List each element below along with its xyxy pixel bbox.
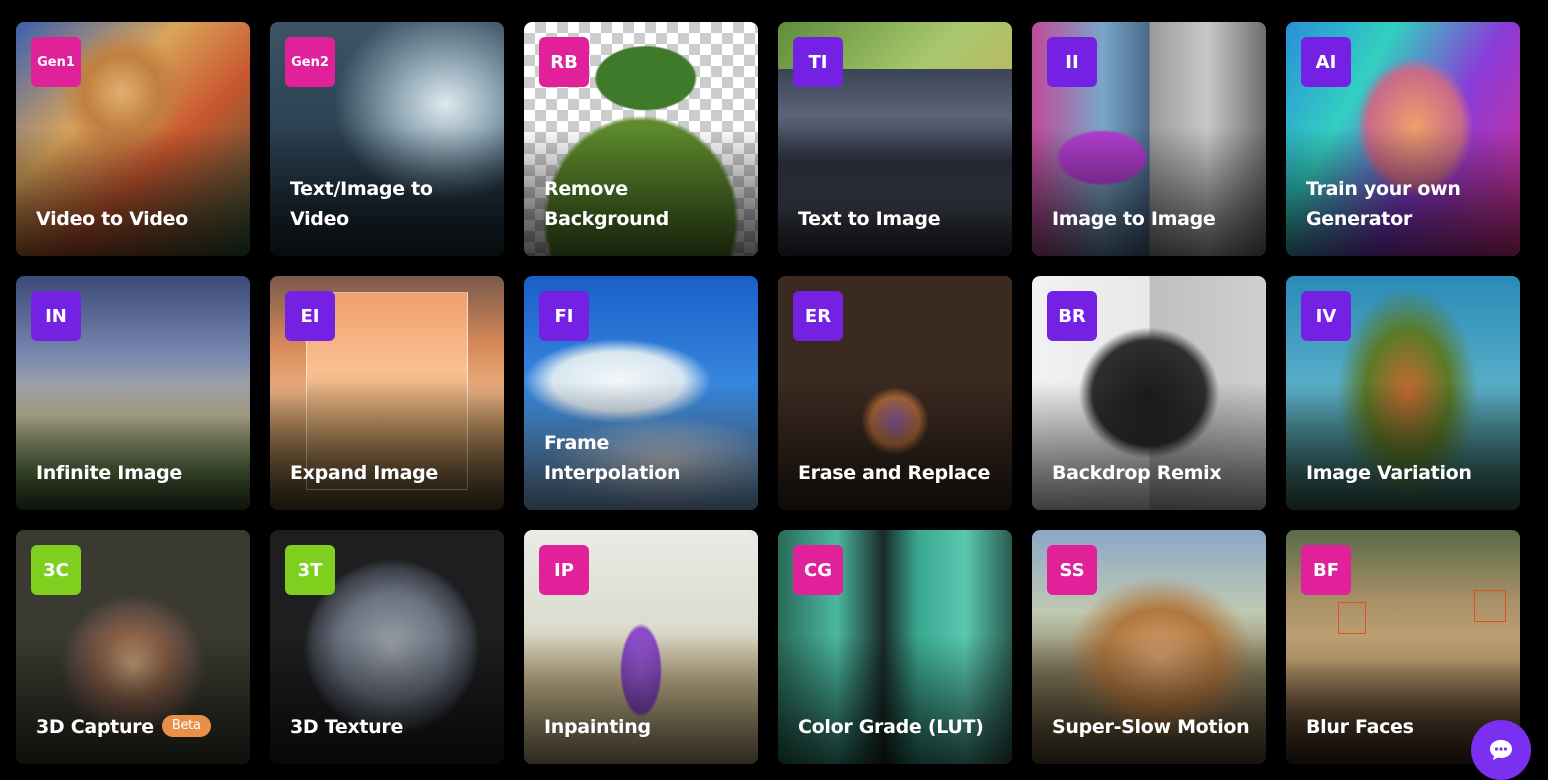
tool-badge: ER [793,291,843,341]
tool-label: Text to Image [798,208,941,230]
tool-label: Backdrop Remix [1052,462,1222,484]
tool-badge: IP [539,545,589,595]
tool-label: Text/Image to Video [290,178,433,230]
tool-card-erase-and-replace[interactable]: ER Erase and Replace [778,276,1012,510]
tool-label: Super-Slow Motion [1052,716,1250,738]
tool-card-frame-interpolation[interactable]: FI Frame Interpolation [524,276,758,510]
tool-badge: AI [1301,37,1351,87]
tool-badge: 3C [31,545,81,595]
tool-badge: BR [1047,291,1097,341]
tool-badge: BF [1301,545,1351,595]
tool-label: Train your own Generator [1306,178,1461,230]
tools-grid: Gen1 Video to Video Gen2 Text/Image to V… [16,22,1520,764]
tool-label: Remove Background [544,178,669,230]
tool-card-video-to-video[interactable]: Gen1 Video to Video [16,22,250,256]
chat-button[interactable] [1471,720,1531,780]
tool-card-train-generator[interactable]: AI Train your own Generator [1286,22,1520,256]
tool-card-text-to-image[interactable]: TI Text to Image [778,22,1012,256]
tool-label: 3D Texture [290,716,404,738]
tool-badge: RB [539,37,589,87]
tool-card-expand-image[interactable]: EI Expand Image [270,276,504,510]
tool-badge: IV [1301,291,1351,341]
tool-card-inpainting[interactable]: IP Inpainting [524,530,758,764]
tool-label: Inpainting [544,716,651,738]
tool-label: Image to Image [1052,208,1216,230]
tool-badge: CG [793,545,843,595]
tool-badge: TI [793,37,843,87]
tool-label: 3D Capture Beta [36,712,234,742]
tool-badge: FI [539,291,589,341]
tool-badge: Gen1 [31,37,81,87]
tool-card-3d-capture[interactable]: 3C 3D Capture Beta [16,530,250,764]
tool-label: Image Variation [1306,462,1472,484]
tool-label: Frame Interpolation [544,432,681,484]
tool-badge: II [1047,37,1097,87]
tool-label: Infinite Image [36,462,182,484]
tool-badge: IN [31,291,81,341]
tool-badge: Gen2 [285,37,335,87]
tool-card-super-slow-motion[interactable]: SS Super-Slow Motion [1032,530,1266,764]
tool-label: Color Grade (LUT) [798,716,984,738]
tool-card-remove-background[interactable]: RB Remove Background [524,22,758,256]
chat-bubble-icon [1490,740,1512,760]
tool-card-text-image-to-video[interactable]: Gen2 Text/Image to Video [270,22,504,256]
tool-card-3d-texture[interactable]: 3T 3D Texture [270,530,504,764]
beta-tag: Beta [161,714,211,737]
tool-label: Expand Image [290,462,438,484]
tool-label: Video to Video [36,208,189,230]
tool-label: Erase and Replace [798,462,991,484]
tool-badge: EI [285,291,335,341]
tool-card-backdrop-remix[interactable]: BR Backdrop Remix [1032,276,1266,510]
tool-card-image-to-image[interactable]: II Image to Image [1032,22,1266,256]
tool-card-color-grade[interactable]: CG Color Grade (LUT) [778,530,1012,764]
tool-badge: 3T [285,545,335,595]
tool-badge: SS [1047,545,1097,595]
tool-card-infinite-image[interactable]: IN Infinite Image [16,276,250,510]
tool-card-image-variation[interactable]: IV Image Variation [1286,276,1520,510]
